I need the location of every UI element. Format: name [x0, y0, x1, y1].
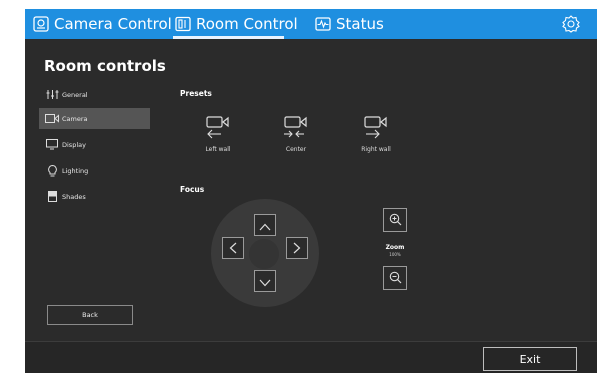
chevron-up-icon — [259, 216, 271, 235]
focus-dpad-center — [249, 239, 279, 269]
monitor-icon — [45, 139, 59, 151]
tab-label: Camera Control — [54, 15, 172, 33]
camera-arrow-right-icon — [364, 116, 387, 139]
chevron-left-icon — [229, 239, 237, 258]
zoom-label: Zoom — [385, 244, 405, 251]
pulse-icon — [315, 17, 331, 31]
zoom-value: 100% — [389, 252, 401, 257]
room-panel-icon — [175, 16, 191, 32]
preset-left-wall-button[interactable]: Left wall — [188, 115, 248, 153]
sidebar-item-label: Lighting — [62, 166, 89, 175]
preset-center-button[interactable]: Center — [266, 115, 326, 153]
tab-status[interactable]: Status — [315, 9, 384, 39]
tab-label: Status — [336, 15, 384, 33]
sidebar-item-label: General — [62, 90, 88, 99]
back-button[interactable]: Back — [47, 305, 133, 325]
preset-label: Left wall — [205, 146, 231, 153]
focus-heading: Focus — [180, 185, 205, 194]
sidebar-item-general[interactable]: General — [39, 84, 150, 105]
zoom-in-button[interactable] — [383, 208, 407, 232]
camera-arrow-left-icon — [206, 116, 229, 139]
focus-up-button[interactable] — [254, 214, 276, 236]
sidebar-item-display[interactable]: Display — [39, 134, 150, 155]
shades-icon — [45, 191, 59, 203]
camera-arrows-center-icon — [284, 116, 307, 138]
sidebar-item-label: Shades — [62, 192, 86, 201]
camera-frame-icon — [33, 16, 49, 32]
preset-right-wall-button[interactable]: Right wall — [346, 115, 406, 153]
preset-label: Right wall — [361, 146, 391, 153]
zoom-out-icon — [389, 269, 402, 288]
gear-icon[interactable] — [562, 15, 580, 33]
active-tab-indicator — [173, 36, 284, 39]
sidebar-item-label: Camera — [62, 114, 88, 123]
chevron-down-icon — [259, 272, 271, 291]
exit-button[interactable]: Exit — [483, 347, 577, 371]
sidebar-item-shades[interactable]: Shades — [39, 186, 150, 207]
chevron-right-icon — [293, 239, 301, 258]
zoom-out-button[interactable] — [383, 266, 407, 290]
app-window: Camera Control Room Control Status Room … — [25, 9, 597, 373]
sliders-icon — [45, 89, 59, 101]
zoom-in-icon — [389, 211, 402, 230]
top-navigation-bar: Camera Control Room Control Status — [25, 9, 597, 39]
presets-heading: Presets — [180, 89, 212, 98]
focus-left-button[interactable] — [222, 237, 244, 259]
video-camera-icon — [45, 113, 59, 125]
focus-down-button[interactable] — [254, 270, 276, 292]
page-title: Room controls — [44, 57, 166, 75]
tab-camera-control[interactable]: Camera Control — [33, 9, 172, 39]
sidebar-item-camera[interactable]: Camera — [39, 108, 150, 129]
preset-label: Center — [285, 146, 307, 153]
tab-label: Room Control — [196, 15, 298, 33]
sidebar-item-lighting[interactable]: Lighting — [39, 160, 150, 181]
sidebar-item-label: Display — [62, 140, 86, 149]
lightbulb-icon — [45, 164, 59, 177]
tab-room-control[interactable]: Room Control — [175, 9, 298, 39]
focus-right-button[interactable] — [286, 237, 308, 259]
